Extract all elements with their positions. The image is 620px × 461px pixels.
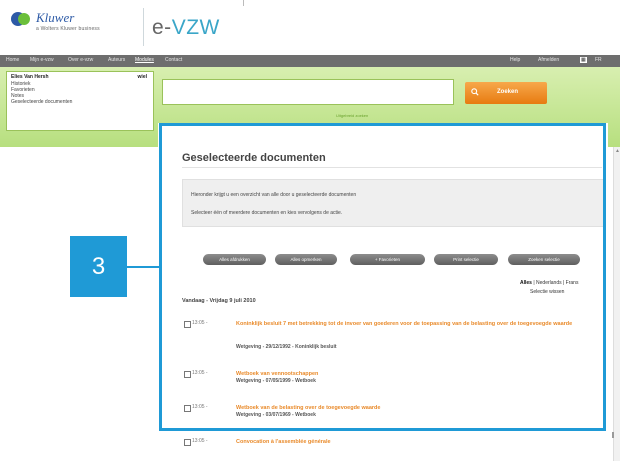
callout-number-badge: 3 — [70, 236, 127, 297]
advanced-search-link[interactable]: Uitgebreid zoeken — [336, 113, 368, 118]
brand-evzw[interactable]: e-VZW — [152, 16, 220, 40]
scrollbar-marker — [612, 432, 614, 438]
logo-text: Kluwer — [36, 10, 75, 25]
document-title-link[interactable]: Convocation à l'assemblée générale — [236, 438, 591, 446]
list-item: 13:05 - Convocation à l'assemblée généra… — [184, 438, 584, 452]
page-scrollbar[interactable]: ▲ — [613, 147, 620, 461]
brand-prefix: e- — [152, 16, 172, 39]
scroll-up-icon[interactable]: ▲ — [615, 149, 620, 154]
nav-afmelden[interactable]: Afmelden — [538, 57, 559, 63]
search-icon — [471, 88, 479, 96]
nav-mijn-evzw[interactable]: Mijn e-vzw — [30, 57, 54, 63]
brand-name: VZW — [171, 16, 220, 39]
user-panel: Elies Van Hersh wiel Historiek Favoriete… — [6, 71, 154, 131]
nav-home[interactable]: Home — [6, 57, 19, 63]
nav-help[interactable]: Help — [510, 57, 520, 63]
highlight-frame — [159, 123, 606, 431]
search-input[interactable] — [162, 79, 454, 105]
user-name[interactable]: Elies Van Hersh — [11, 74, 49, 80]
top-divider — [243, 0, 244, 6]
nav-over-evzw[interactable]: Over e-vzw — [68, 57, 93, 63]
kluwer-logo[interactable]: Kluwer a Wolters Kluwer business — [8, 6, 128, 42]
nav-modules[interactable]: Modules — [135, 57, 154, 63]
user-edit-link[interactable]: wiel — [138, 74, 147, 80]
main-nav-bar: Home Mijn e-vzw Over e-vzw Auteurs Modul… — [0, 55, 620, 67]
logo-subtitle: a Wolters Kluwer business — [36, 26, 100, 32]
document-time: 13:05 - — [192, 438, 208, 444]
nav-lang-nl-flag[interactable]: ▦ — [580, 57, 587, 63]
search-button[interactable]: Zoeken — [465, 82, 547, 104]
user-link-selected-docs[interactable]: Geselecteerde documenten — [11, 99, 72, 105]
header-divider — [143, 8, 144, 46]
kluwer-logo-icon — [11, 12, 30, 26]
nav-contact[interactable]: Contact — [165, 57, 182, 63]
callout-connector — [127, 266, 159, 268]
left-column — [0, 147, 160, 461]
search-button-label: Zoeken — [497, 89, 519, 95]
nav-auteurs[interactable]: Auteurs — [108, 57, 125, 63]
document-checkbox[interactable] — [184, 439, 191, 446]
nav-lang-fr[interactable]: FR — [595, 57, 602, 63]
